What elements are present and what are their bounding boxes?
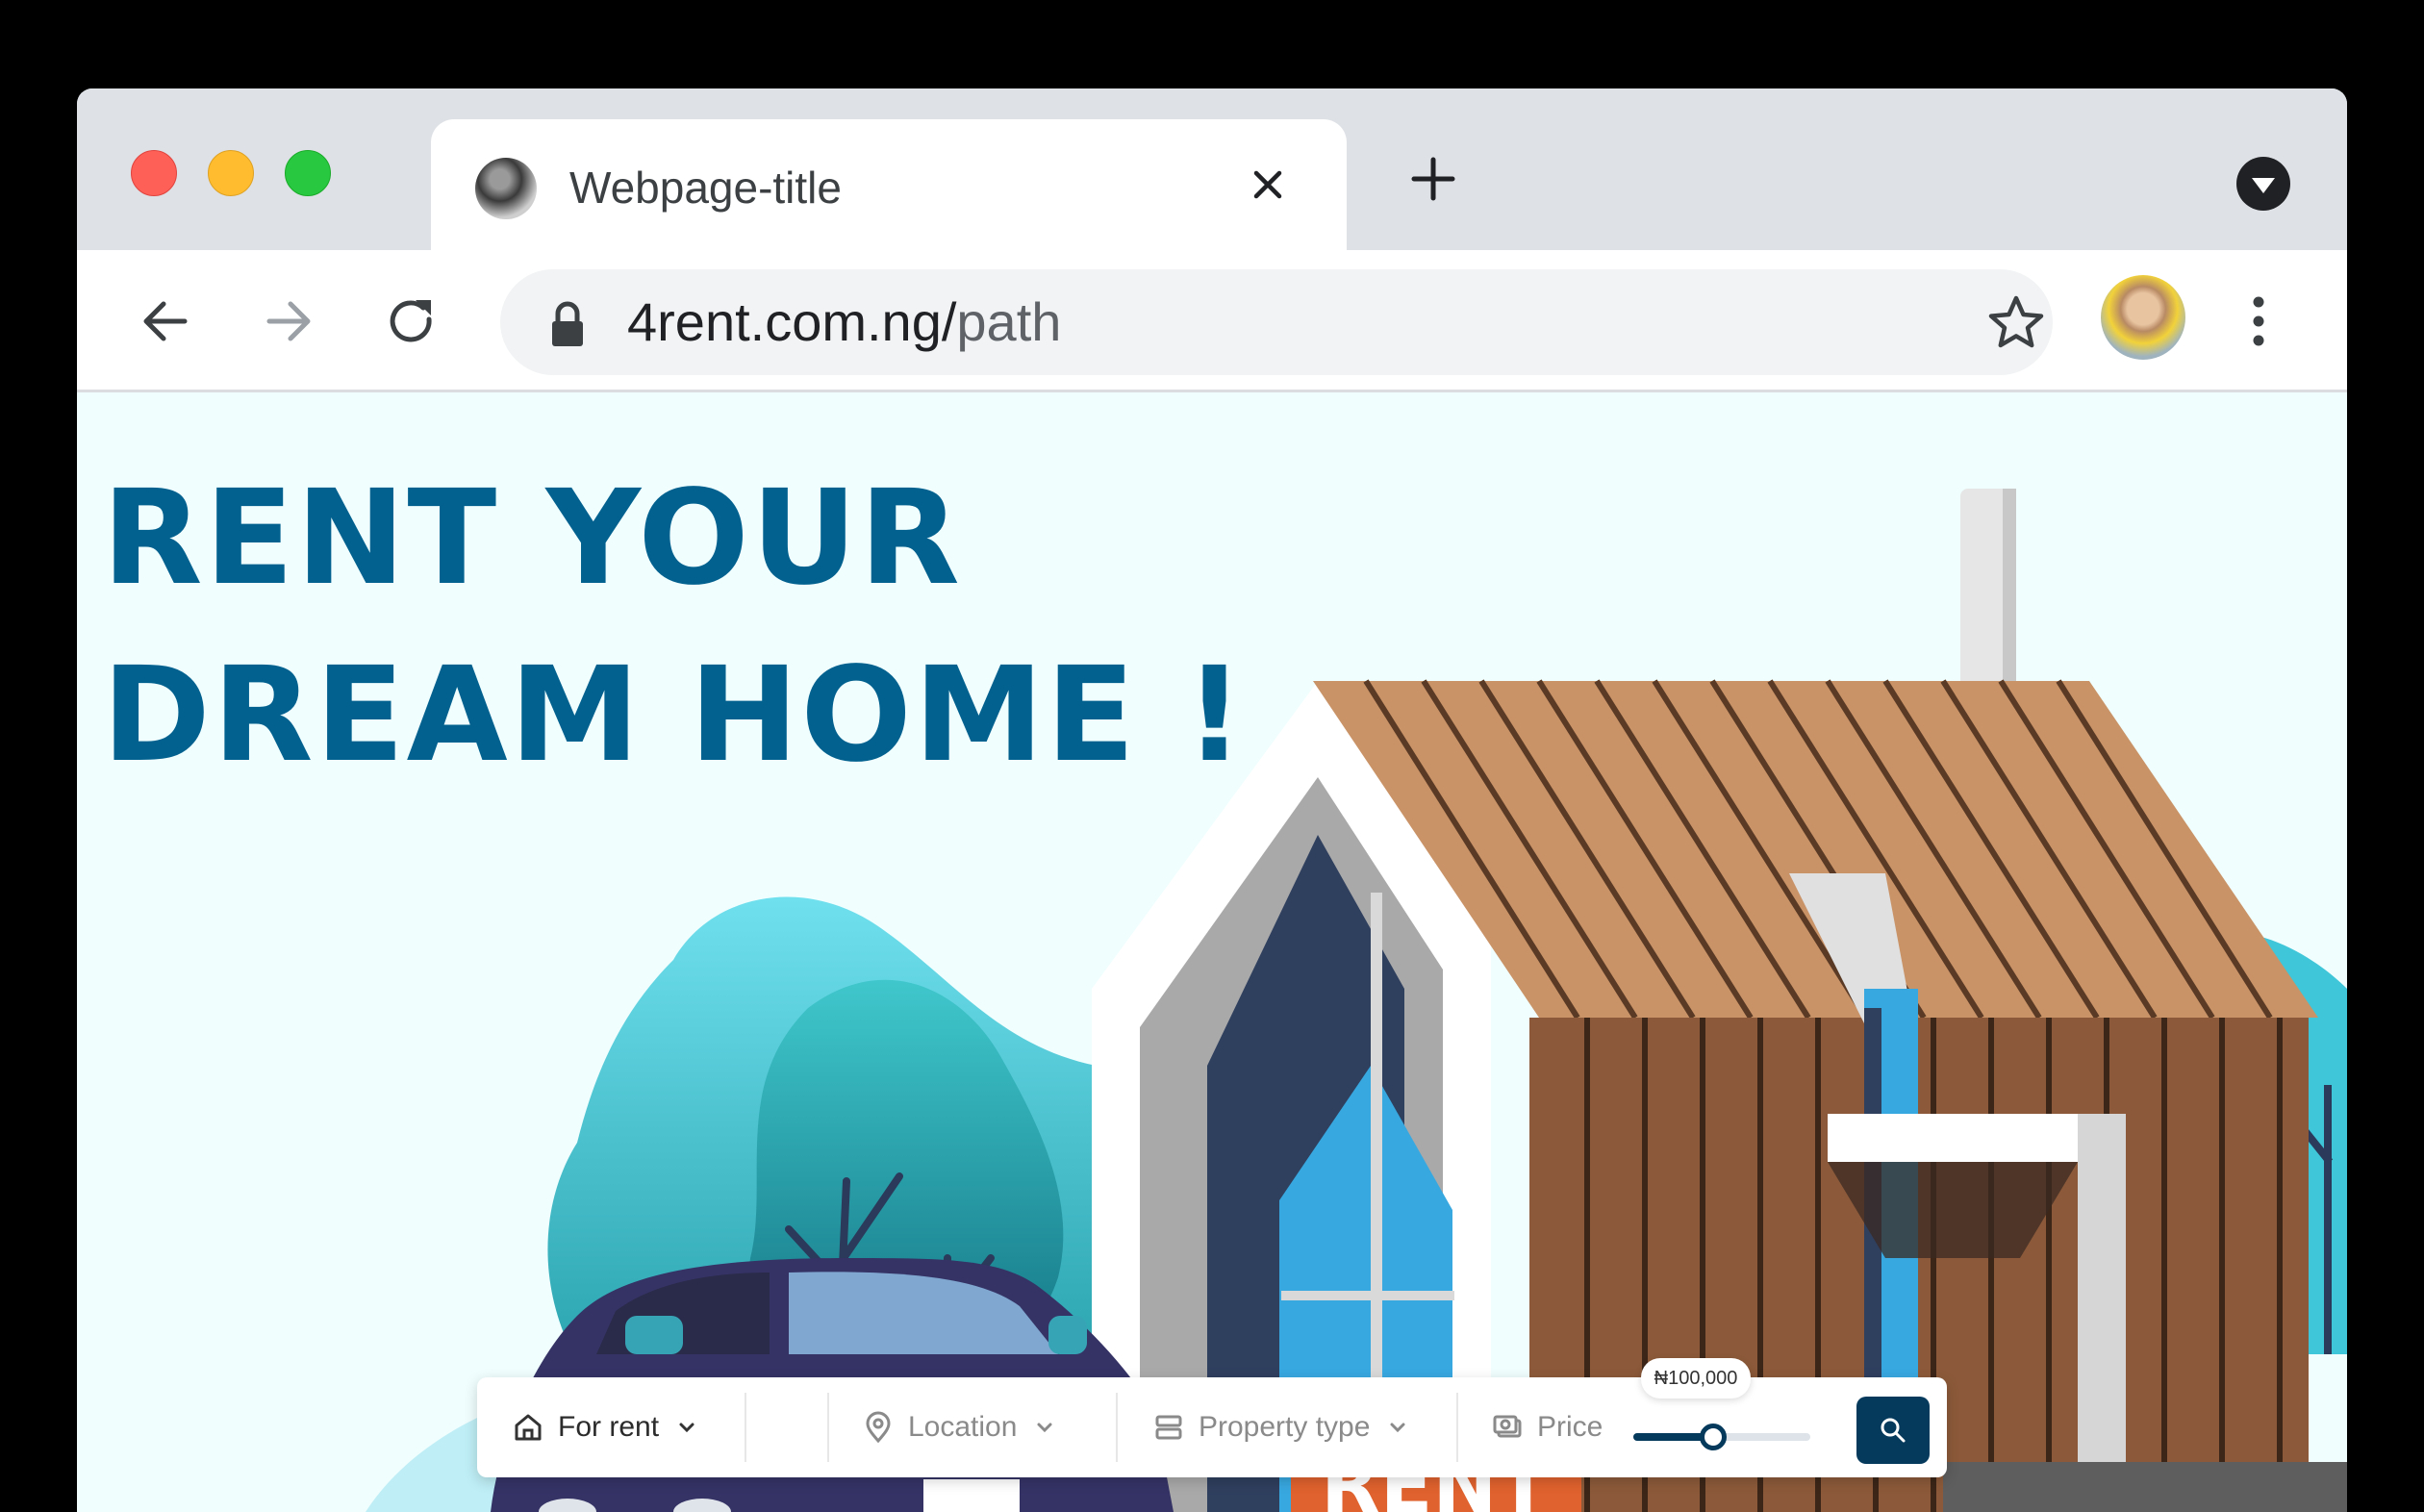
location-label: Location <box>908 1411 1018 1443</box>
listing-type-label: For rent <box>558 1411 660 1443</box>
search-icon <box>1881 1418 1906 1443</box>
favicon-icon <box>475 158 537 219</box>
chevron-down-icon <box>1037 1423 1052 1433</box>
tab-title: Webpage-title <box>569 163 842 213</box>
location-dropdown[interactable]: Location <box>862 1377 1055 1477</box>
home-icon <box>515 1414 542 1441</box>
browser-tab[interactable]: Webpage-title <box>431 119 1347 250</box>
reload-icon[interactable] <box>381 290 442 352</box>
price-filter: Price <box>1491 1377 1603 1477</box>
stack-icon <box>1155 1415 1182 1440</box>
tab-strip: Webpage-title <box>77 88 2347 250</box>
url-text[interactable]: 4rent.com.ng/path <box>627 290 1061 353</box>
price-slider-thumb[interactable] <box>1699 1424 1727 1450</box>
divider <box>1116 1393 1118 1462</box>
close-icon[interactable] <box>1245 162 1291 208</box>
price-tooltip: ₦100,000 <box>1641 1358 1751 1399</box>
location-pin-icon <box>866 1411 891 1444</box>
star-icon[interactable] <box>1985 292 2047 354</box>
divider <box>827 1393 829 1462</box>
property-type-dropdown[interactable]: Property type <box>1152 1377 1408 1477</box>
forward-arrow-icon[interactable] <box>258 290 319 352</box>
address-bar[interactable]: 4rent.com.ng/path <box>500 269 2053 375</box>
minimize-window-button[interactable] <box>208 150 254 196</box>
plus-icon[interactable] <box>1406 152 1460 206</box>
divider <box>745 1393 746 1462</box>
url-path: path <box>956 291 1062 352</box>
price-label: Price <box>1537 1411 1603 1443</box>
url-domain: 4rent.com.ng/ <box>627 291 957 352</box>
maximize-window-button[interactable] <box>285 150 331 196</box>
chevron-down-icon <box>1390 1423 1405 1433</box>
page-content: RENT RENT YOUR DREAM HOME ! <box>77 392 2347 1512</box>
search-button[interactable] <box>1856 1397 1930 1464</box>
property-type-label: Property type <box>1199 1411 1371 1443</box>
back-arrow-icon[interactable] <box>135 290 196 352</box>
tab-search-icon[interactable] <box>2235 156 2291 212</box>
avatar[interactable] <box>2101 275 2185 360</box>
divider <box>1456 1393 1458 1462</box>
headline-line-1: RENT YOUR <box>102 463 962 615</box>
chevron-down-icon <box>679 1423 694 1433</box>
hero-headline: RENT YOUR DREAM HOME ! <box>102 450 1247 804</box>
lock-icon <box>552 301 583 346</box>
more-icon[interactable] <box>2249 290 2268 352</box>
price-slider[interactable] <box>1633 1424 1810 1450</box>
browser-toolbar: 4rent.com.ng/path <box>77 250 2347 392</box>
headline-line-2: DREAM HOME ! <box>102 640 1247 792</box>
listing-type-dropdown[interactable]: For rent <box>512 1377 697 1477</box>
close-window-button[interactable] <box>131 150 177 196</box>
money-icon <box>1493 1415 1522 1438</box>
browser-window: Webpage-title 4rent.com.ng/path RENT YOU… <box>77 88 2347 1512</box>
